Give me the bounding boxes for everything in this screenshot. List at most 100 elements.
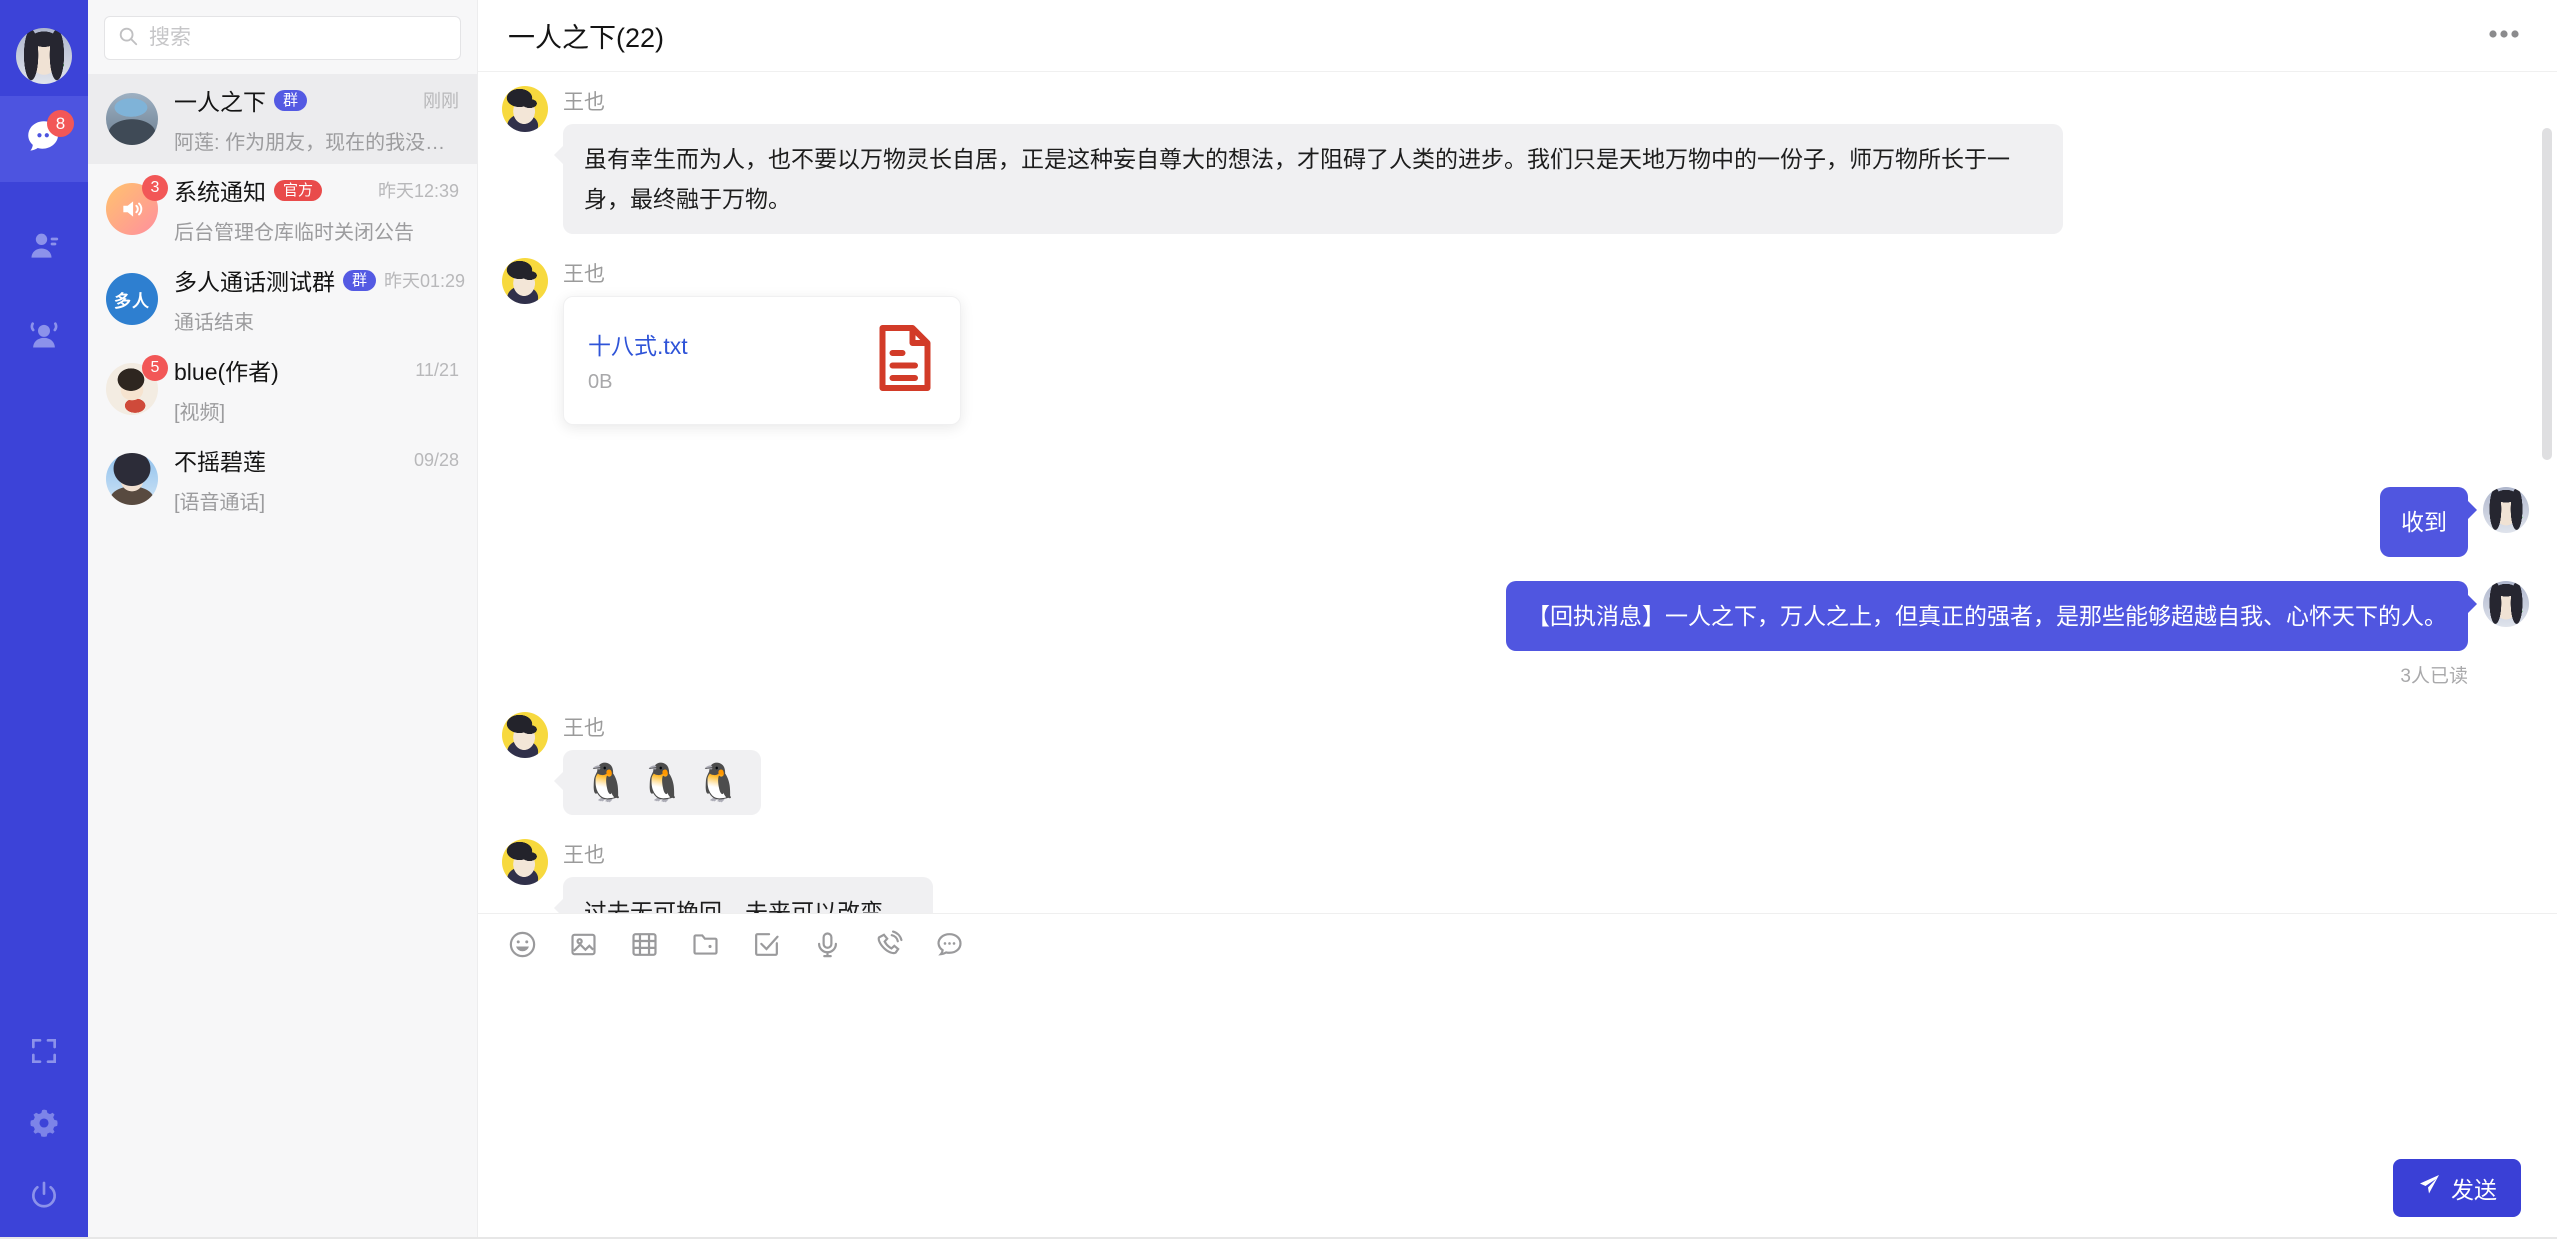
read-receipt[interactable]: 3人已读 [2400,661,2468,688]
mic-icon[interactable] [811,928,843,960]
message-row-outgoing: 【回执消息】一人之下，万人之上，但真正的强者，是那些能够超越自我、心怀天下的人。… [502,581,2529,688]
conversation-info: 不摇碧莲 09/28 [语音通话] [174,443,459,515]
conversation-time: 11/21 [407,360,459,381]
conversation-preview: [语音通话] [174,486,459,515]
conversation-preview: 通话结束 [174,306,459,335]
sender-name: 王也 [563,258,605,288]
message-row-outgoing: 收到 [502,487,2529,557]
emoji-icon[interactable] [506,928,538,960]
conversation-preview: 后台管理仓库临时关闭公告 [174,216,459,245]
conversation-preview: 阿莲: 作为朋友，现在的我没法... [174,126,459,155]
unread-count-badge: 3 [142,175,168,201]
chat-title: 一人之下(22) [508,16,664,55]
conversation-name: 一人之下 [174,83,266,117]
conversation-time: 昨天01:29 [376,267,465,293]
conversation-name: 不摇碧莲 [174,443,266,477]
sender-avatar[interactable] [502,839,548,885]
conversation-name: 系统通知 [174,173,266,207]
chat-app-window: 8 [0,0,2557,1239]
conversation-info: 多人通话测试群 群 昨天01:29 通话结束 [174,263,459,335]
file-size: 0B [588,371,856,394]
message-bubble[interactable]: 【回执消息】一人之下，万人之上，但真正的强者，是那些能够超越自我、心怀天下的人。 [1506,581,2468,651]
chat-header: 一人之下(22) [478,0,2557,72]
message-scrollbar[interactable] [2542,128,2552,460]
composer: 发送 [478,913,2557,1237]
card-icon[interactable] [750,928,782,960]
send-button[interactable]: 发送 [2393,1159,2521,1217]
my-avatar[interactable] [2483,487,2529,533]
message-row: 王也 过去无可挽回，未来可以改变 。 [502,839,2529,913]
sender-name: 王也 [563,86,605,116]
more-options-button[interactable] [2481,21,2527,51]
message-bubble[interactable]: 虽有幸生而为人，也不要以万物灵长自居，正是这种妄自尊大的想法，才阻碍了人类的进步… [563,124,2063,234]
conversation-info: blue(作者) 11/21 [视频] [174,353,459,425]
official-tag-badge: 官方 [274,180,322,201]
message-bubble[interactable]: 过去无可挽回，未来可以改变 。 [563,877,933,913]
call-icon[interactable] [872,928,904,960]
contacts-icon [24,253,64,270]
sender-name: 王也 [563,712,605,742]
conversation-avatar [106,93,158,145]
conversation-avatar: 3 [106,183,158,235]
sender-name: 王也 [563,839,605,869]
my-avatar[interactable] [2483,581,2529,627]
chat-main-area: 一人之下(22) 王也 虽有幸生而为人，也不要以万物灵长自居，正是这种妄自尊大的… [478,0,2557,1237]
conversation-name: 多人通话测试群 [174,263,335,297]
conversation-avatar: 5 [106,363,158,415]
conversation-item-yirenzhixia[interactable]: 一人之下 群 刚刚 阿莲: 作为朋友，现在的我没法... [88,74,477,164]
message-row: 王也 虽有幸生而为人，也不要以万物灵长自居，正是这种妄自尊大的想法，才阻碍了人类… [502,86,2529,234]
nav-item-groups[interactable] [24,315,64,360]
sender-avatar[interactable] [502,86,548,132]
search-area [88,0,477,74]
message-row: 王也 十八式.txt 0B [502,258,2529,425]
conversation-avatar: 多人 [106,273,158,325]
message-list[interactable]: 王也 虽有幸生而为人，也不要以万物灵长自居，正是这种妄自尊大的想法，才阻碍了人类… [478,72,2557,913]
settings-button[interactable] [28,1107,60,1139]
paper-plane-icon [2417,1173,2441,1203]
conversation-name: blue(作者) [174,353,279,387]
history-icon[interactable] [933,928,965,960]
penguin-sticker: 🐧 [583,764,629,801]
conversation-item-multicall-group[interactable]: 多人 多人通话测试群 群 昨天01:29 通话结束 [88,254,477,344]
message-row: 王也 🐧 🐧 🐧 [502,712,2529,815]
nav-item-contacts[interactable] [24,226,64,271]
speaker-icon [119,196,145,222]
sticker-message-bubble[interactable]: 🐧 🐧 🐧 [563,750,761,815]
message-gap [502,449,2529,487]
file-message-card[interactable]: 十八式.txt 0B [563,296,961,425]
conversation-list-panel: 一人之下 群 刚刚 阿莲: 作为朋友，现在的我没法... 3 系统通知 官方 昨… [88,0,478,1237]
nav-rail: 8 [0,0,88,1237]
groups-icon [24,342,64,359]
video-icon[interactable] [628,928,660,960]
group-tag-badge: 群 [343,270,376,291]
unread-total-badge: 8 [47,110,74,137]
folder-icon[interactable] [689,928,721,960]
group-tag-badge: 群 [274,90,307,111]
conversation-time: 09/28 [406,450,459,471]
penguin-sticker: 🐧 [695,764,741,801]
conversation-item-system-notice[interactable]: 3 系统通知 官方 昨天12:39 后台管理仓库临时关闭公告 [88,164,477,254]
sender-avatar[interactable] [502,712,548,758]
conversation-item-blue-author[interactable]: 5 blue(作者) 11/21 [视频] [88,344,477,434]
file-name-link[interactable]: 十八式.txt [588,327,856,361]
conversation-time: 昨天12:39 [370,177,459,203]
conversation-info: 系统通知 官方 昨天12:39 后台管理仓库临时关闭公告 [174,173,459,245]
nav-bottom [28,1035,60,1211]
sender-avatar[interactable] [502,258,548,304]
message-bubble[interactable]: 收到 [2380,487,2468,557]
power-logout-button[interactable] [28,1179,60,1211]
image-icon[interactable] [567,928,599,960]
search-input[interactable] [149,26,448,50]
penguin-sticker: 🐧 [639,764,685,801]
message-input[interactable] [478,966,2557,1237]
my-profile-avatar[interactable] [16,28,72,84]
conversation-info: 一人之下 群 刚刚 阿莲: 作为朋友，现在的我没法... [174,83,459,155]
conversation-item-buyaobilian[interactable]: 不摇碧莲 09/28 [语音通话] [88,434,477,524]
nav-item-chats[interactable]: 8 [0,96,88,182]
search-box[interactable] [104,16,461,60]
conversation-avatar [106,453,158,505]
fullscreen-button[interactable] [28,1035,60,1067]
unread-count-badge: 5 [142,355,168,381]
conversation-preview: [视频] [174,396,459,425]
send-label: 发送 [2451,1171,2497,1205]
